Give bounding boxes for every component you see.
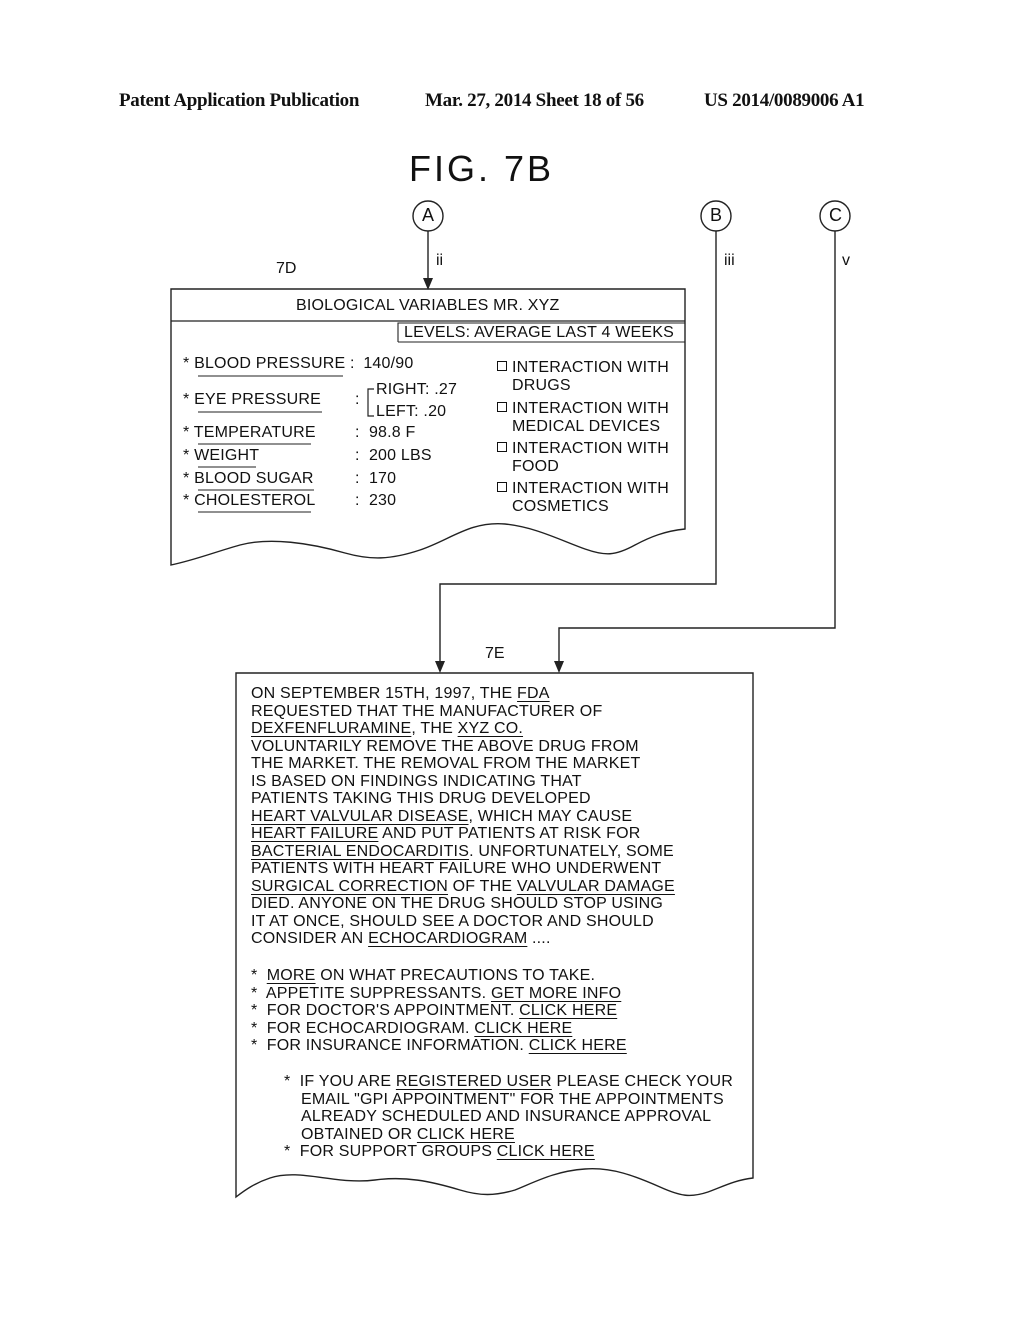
bullet-item: * MORE ON WHAT PRECAUTIONS TO TAKE. bbox=[251, 967, 596, 984]
link-dexfenfluramine[interactable]: DEXFENFLURAMINE bbox=[251, 720, 411, 737]
interaction-drugs[interactable]: INTERACTION WITH DRUGS bbox=[497, 359, 669, 394]
variable-row: * TEMPERATURE bbox=[183, 424, 316, 441]
variable-name[interactable]: WEIGHT bbox=[194, 447, 259, 464]
variable-value: : 98.8 F bbox=[355, 424, 416, 441]
checkbox-icon[interactable] bbox=[497, 482, 507, 492]
checkbox-icon[interactable] bbox=[497, 402, 507, 412]
connector-b-label: iii bbox=[724, 252, 735, 269]
link-xyz-co[interactable]: XYZ CO. bbox=[458, 720, 523, 737]
box-7d-title: BIOLOGICAL VARIABLES MR. XYZ bbox=[296, 297, 560, 314]
link-echocardiogram-click[interactable]: CLICK HERE bbox=[474, 1020, 572, 1037]
levels-label: LEVELS: AVERAGE LAST 4 WEEKS bbox=[404, 324, 675, 341]
interaction-medical-devices[interactable]: INTERACTION WITH MEDICAL DEVICES bbox=[497, 400, 669, 435]
variable-value: : 200 LBS bbox=[355, 447, 432, 464]
figure-title: FIG. 7B bbox=[409, 148, 555, 189]
connector-b-letter: B bbox=[710, 205, 723, 225]
connector-b-arrowhead bbox=[435, 661, 445, 673]
variable-value: : 170 bbox=[355, 470, 397, 487]
variable-value: : 230 bbox=[355, 492, 397, 509]
link-bacterial-endocarditis[interactable]: BACTERIAL ENDOCARDITIS bbox=[251, 843, 469, 860]
link-insurance-info[interactable]: CLICK HERE bbox=[529, 1037, 627, 1054]
eye-pressure-bracket bbox=[367, 388, 374, 417]
fda-notice-paragraph: ON SEPTEMBER 15TH, 1997, THE FDA REQUEST… bbox=[251, 685, 675, 947]
variable-row: * BLOOD SUGAR bbox=[183, 470, 314, 487]
link-click-here-appointments[interactable]: CLICK HERE bbox=[417, 1126, 515, 1143]
eye-pressure-right: RIGHT: .27 bbox=[376, 381, 458, 398]
patent-number: US 2014/0089006 A1 bbox=[704, 90, 865, 111]
link-echocardiogram[interactable]: ECHOCARDIOGRAM bbox=[368, 930, 527, 947]
variable-value: 140/90 bbox=[363, 355, 414, 372]
box-7e-ref: 7E bbox=[485, 645, 505, 662]
interaction-cosmetics[interactable]: INTERACTION WITH COSMETICS bbox=[497, 480, 669, 515]
link-heart-valvular-disease[interactable]: HEART VALVULAR DISEASE bbox=[251, 808, 469, 825]
link-heart-failure[interactable]: HEART FAILURE bbox=[251, 825, 378, 842]
variable-name[interactable]: BLOOD PRESSURE bbox=[194, 355, 345, 372]
box-7d-ref: 7D bbox=[276, 260, 297, 277]
variable-row: * CHOLESTEROL bbox=[183, 492, 316, 509]
bullet-list: * MORE ON WHAT PRECAUTIONS TO TAKE. * AP… bbox=[251, 967, 627, 1055]
link-registered-user[interactable]: REGISTERED USER bbox=[396, 1073, 552, 1090]
link-support-groups[interactable]: CLICK HERE bbox=[497, 1143, 595, 1160]
checkbox-icon[interactable] bbox=[497, 442, 507, 452]
variable-name[interactable]: TEMPERATURE bbox=[194, 424, 316, 441]
link-surgical-correction[interactable]: SURGICAL CORRECTION bbox=[251, 878, 448, 895]
connector-a-letter: A bbox=[422, 205, 435, 225]
connector-a-label: ii bbox=[436, 252, 444, 269]
bullet-item: * FOR INSURANCE INFORMATION. CLICK HERE bbox=[251, 1037, 627, 1054]
eye-pressure-left: LEFT: .20 bbox=[376, 403, 447, 420]
link-valvular-damage[interactable]: VALVULAR DAMAGE bbox=[517, 878, 675, 895]
variable-row: * EYE PRESSURE bbox=[183, 391, 321, 408]
variable-row: * BLOOD PRESSURE : 140/90 bbox=[183, 355, 414, 372]
link-fda[interactable]: FDA bbox=[517, 685, 550, 702]
checkbox-icon[interactable] bbox=[497, 361, 507, 371]
registered-user-notice: * IF YOU ARE REGISTERED USER PLEASE CHEC… bbox=[284, 1073, 733, 1160]
publication-label: Patent Application Publication bbox=[119, 90, 360, 111]
variable-name[interactable]: BLOOD SUGAR bbox=[194, 470, 314, 487]
connector-c-label: v bbox=[842, 252, 850, 269]
connector-c-letter: C bbox=[829, 205, 842, 225]
variable-name[interactable]: EYE PRESSURE bbox=[194, 391, 321, 408]
connector-a-arrowhead bbox=[423, 278, 433, 290]
link-more[interactable]: MORE bbox=[267, 967, 316, 984]
bullet-item: * APPETITE SUPPRESSANTS. GET MORE INFO bbox=[251, 984, 622, 1002]
bullet-item: * FOR ECHOCARDIOGRAM. CLICK HERE bbox=[251, 1019, 573, 1037]
bullet-item: * FOR DOCTOR'S APPOINTMENT. CLICK HERE bbox=[251, 1002, 618, 1019]
publication-date-sheet: Mar. 27, 2014 Sheet 18 of 56 bbox=[425, 90, 644, 111]
variable-row: * WEIGHT bbox=[183, 447, 260, 464]
interaction-food[interactable]: INTERACTION WITH FOOD bbox=[497, 440, 669, 475]
link-get-more-info[interactable]: GET MORE INFO bbox=[491, 985, 621, 1002]
variable-name[interactable]: CHOLESTEROL bbox=[194, 492, 315, 509]
connector-c-arrowhead bbox=[554, 661, 564, 673]
link-doctor-appointment[interactable]: CLICK HERE bbox=[519, 1002, 617, 1019]
